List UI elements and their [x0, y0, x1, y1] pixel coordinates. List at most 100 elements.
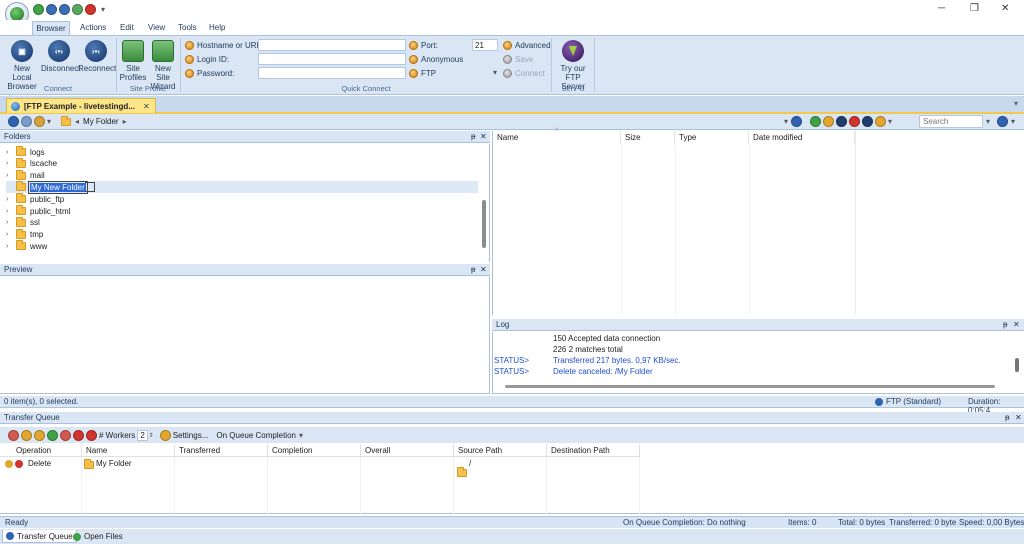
close-panel-icon[interactable]: ✕ — [480, 264, 487, 276]
expand-chevron-icon[interactable]: › — [6, 243, 16, 250]
queue-pause-all-icon[interactable] — [34, 429, 45, 441]
refresh-icon[interactable] — [791, 116, 803, 127]
port-input[interactable]: 21 — [472, 39, 498, 51]
log-horizontal-scrollbar[interactable] — [505, 385, 995, 388]
sync-icon[interactable] — [836, 116, 848, 127]
search-input[interactable]: Search — [919, 115, 983, 128]
folder-tree-item[interactable]: › tmp — [6, 228, 478, 241]
pin-icon[interactable]: ᵽ — [1003, 319, 1007, 331]
close-panel-icon[interactable]: ✕ — [1013, 319, 1020, 331]
folder-tree-item[interactable]: › logs — [6, 146, 478, 158]
path-back-arrow-icon[interactable]: ◂ — [75, 117, 79, 126]
transfer-icon[interactable] — [810, 116, 822, 127]
settings-icon[interactable] — [159, 429, 171, 441]
document-tab-ftp-example[interactable]: [FTP Example - livetestingd... ✕ — [6, 98, 156, 113]
close-tab-icon[interactable]: ✕ — [143, 102, 150, 111]
settings-icon[interactable] — [875, 116, 887, 127]
delete-icon[interactable] — [849, 116, 861, 127]
expand-chevron-icon[interactable]: › — [6, 208, 16, 215]
pin-icon[interactable]: ᵽ — [471, 131, 475, 143]
tab-list-dropdown-icon[interactable]: ▾ — [1014, 99, 1018, 108]
folder-tree-item[interactable]: › public_ftp — [6, 193, 478, 205]
on-queue-completion-button[interactable]: On Queue Completion — [216, 431, 296, 440]
tab-actions[interactable]: Actions — [80, 23, 106, 32]
history-icon[interactable] — [34, 116, 45, 127]
queue-column-header[interactable]: Transferred — [175, 444, 268, 457]
connect-button[interactable]: Connect — [503, 67, 545, 79]
settings-dropdown-icon[interactable]: ▾ — [888, 117, 892, 126]
column-header-size[interactable]: Size — [621, 131, 675, 145]
column-header-date-modified[interactable]: Date modified — [749, 131, 855, 145]
table-row[interactable]: Delete My Folder / — [0, 459, 1024, 477]
minimize-button[interactable]: ─ — [938, 3, 945, 14]
queue-column-header[interactable]: Operation — [0, 444, 82, 457]
toolbar-dropdown-icon[interactable]: ▾ — [784, 117, 788, 126]
folder-tree-item[interactable]: My New Folder — [6, 180, 478, 194]
queue-column-header[interactable]: Name — [82, 444, 175, 457]
forward-icon[interactable] — [21, 116, 32, 127]
protocol-dropdown-icon[interactable]: ▾ — [493, 68, 497, 77]
hostname-input[interactable] — [258, 39, 406, 51]
queue-column-header[interactable]: Destination Path — [547, 444, 640, 457]
search-options-icon[interactable]: ▾ — [1011, 117, 1015, 126]
properties-icon[interactable] — [823, 116, 835, 127]
folder-tree-item[interactable]: › lscache — [6, 157, 478, 170]
close-panel-icon[interactable]: ✕ — [480, 131, 487, 143]
expand-chevron-icon[interactable]: › — [6, 172, 16, 179]
qa-stop-icon[interactable] — [85, 4, 96, 15]
tab-tools[interactable]: Tools — [178, 23, 197, 32]
folder-tree-scrollbar[interactable] — [482, 200, 486, 248]
close-window-button[interactable]: ✕ — [1001, 3, 1009, 14]
column-header-type[interactable]: Type — [675, 131, 749, 145]
tab-browser[interactable]: Browser — [32, 21, 70, 36]
expand-chevron-icon[interactable]: › — [6, 196, 16, 203]
tab-help[interactable]: Help — [209, 23, 225, 32]
qa-customize-icon[interactable]: ▾ — [101, 5, 105, 14]
stop-icon[interactable] — [862, 116, 874, 127]
queue-pause-icon[interactable] — [21, 429, 32, 441]
qa-connect-icon[interactable] — [33, 4, 44, 15]
qa-disconnect-icon[interactable] — [46, 4, 57, 15]
breadcrumb-my-folder[interactable]: My Folder — [83, 117, 119, 126]
expand-chevron-icon[interactable]: › — [6, 149, 16, 156]
save-button[interactable]: Save — [503, 53, 533, 65]
on-queue-completion-dropdown-icon[interactable]: ▾ — [299, 431, 303, 440]
close-panel-icon[interactable]: ✕ — [1015, 412, 1022, 424]
login-input[interactable] — [258, 53, 406, 65]
folder-tree-item[interactable]: › mail — [6, 169, 478, 182]
tab-transfer-queue[interactable]: Transfer Queue — [2, 530, 77, 543]
tab-edit[interactable]: Edit — [120, 23, 134, 32]
pin-icon[interactable]: ᵽ — [1005, 412, 1009, 424]
queue-clear-icon[interactable] — [73, 429, 84, 441]
back-icon[interactable] — [8, 116, 19, 127]
search-icon[interactable] — [997, 116, 1008, 127]
expand-chevron-icon[interactable]: › — [6, 160, 16, 167]
expand-chevron-icon[interactable]: › — [6, 219, 16, 226]
expand-chevron-icon[interactable]: › — [6, 231, 16, 238]
password-input[interactable] — [258, 67, 406, 79]
site-profiles-button[interactable]: Site Profiles — [118, 40, 148, 82]
workers-spin-icon[interactable]: ⇕ — [149, 432, 154, 439]
queue-column-header[interactable]: Completion — [268, 444, 361, 457]
advanced-button[interactable]: Advanced — [503, 39, 551, 51]
workers-stepper[interactable]: 2 — [137, 429, 148, 441]
folder-tree-item[interactable]: › ssl — [6, 216, 478, 229]
log-vertical-scrollbar[interactable] — [1015, 358, 1019, 372]
queue-start-icon[interactable] — [47, 429, 58, 441]
tab-view[interactable]: View — [148, 23, 165, 32]
protocol-select[interactable]: FTP — [409, 67, 436, 79]
pin-icon[interactable]: ᵽ — [471, 264, 475, 276]
folder-tree-item[interactable]: › public_html — [6, 205, 478, 217]
queue-column-header[interactable]: Source Path — [454, 444, 547, 457]
disconnect-button[interactable]: ‹•› Disconnect — [41, 40, 81, 73]
restore-button[interactable]: ❐ — [970, 3, 979, 14]
breadcrumb-chevron-icon[interactable]: ▸ — [123, 117, 127, 126]
rename-box[interactable] — [84, 182, 95, 193]
queue-stop-icon[interactable] — [8, 429, 19, 441]
reconnect-button[interactable]: ›•‹ Reconnect — [78, 40, 116, 73]
history-dropdown-icon[interactable]: ▾ — [47, 117, 51, 126]
queue-column-header[interactable]: Overall — [361, 444, 454, 457]
qa-refresh-icon[interactable] — [59, 4, 70, 15]
queue-remove-icon[interactable] — [60, 429, 71, 441]
rename-folder-input[interactable]: My New Folder — [28, 180, 88, 194]
